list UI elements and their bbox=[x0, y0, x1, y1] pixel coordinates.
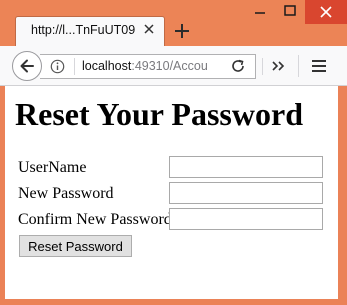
page-title: Reset Your Password bbox=[15, 96, 303, 132]
confirm-password-label: Confirm New Password bbox=[18, 211, 172, 228]
tab-title: http://l...TnFuUT09 bbox=[31, 23, 136, 37]
reload-icon[interactable] bbox=[230, 58, 246, 74]
info-icon[interactable] bbox=[50, 59, 65, 74]
close-window-button[interactable] bbox=[305, 0, 347, 24]
back-arrow-icon bbox=[20, 59, 34, 73]
back-button[interactable] bbox=[12, 51, 42, 81]
url-bar[interactable]: localhost:49310/Accou bbox=[40, 54, 263, 79]
page-content: Reset Your Password UserName New Passwor… bbox=[5, 86, 338, 299]
close-icon bbox=[320, 6, 332, 18]
url-host: localhost bbox=[82, 59, 132, 73]
new-password-label: New Password bbox=[18, 185, 114, 202]
username-label: UserName bbox=[18, 159, 87, 176]
username-input[interactable] bbox=[169, 156, 323, 178]
url-text[interactable]: localhost:49310/Accou bbox=[82, 59, 222, 73]
minimize-icon bbox=[255, 12, 265, 14]
url-divider bbox=[262, 58, 263, 75]
browser-tab[interactable]: http://l...TnFuUT09 bbox=[15, 16, 165, 46]
confirm-password-input[interactable] bbox=[169, 208, 323, 230]
close-icon[interactable] bbox=[142, 22, 156, 36]
maximize-button[interactable] bbox=[275, 0, 305, 24]
navigation-bar: localhost:49310/Accou bbox=[0, 46, 347, 86]
new-password-input[interactable] bbox=[169, 182, 323, 204]
maximize-icon bbox=[284, 5, 296, 16]
url-path: :49310/Accou bbox=[131, 59, 208, 73]
toolbar-separator bbox=[298, 55, 299, 77]
title-bar: http://l...TnFuUT09 bbox=[0, 0, 347, 46]
reset-password-button[interactable]: Reset Password bbox=[19, 235, 132, 257]
url-divider bbox=[74, 58, 75, 75]
minimize-button[interactable] bbox=[245, 0, 275, 24]
double-chevron-icon[interactable] bbox=[270, 58, 286, 74]
plus-icon[interactable] bbox=[172, 21, 192, 41]
hamburger-menu-icon[interactable] bbox=[310, 58, 328, 74]
browser-window: http://l...TnFuUT09 localhost:49310/Acco… bbox=[0, 0, 347, 305]
